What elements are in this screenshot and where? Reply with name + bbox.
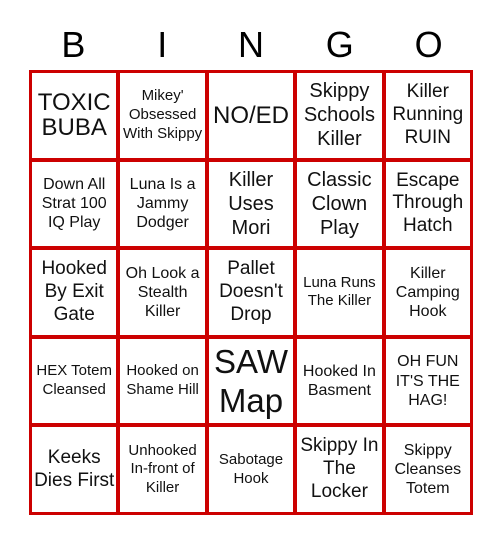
bingo-cell-r1c5[interactable]: Killer Running RUIN — [385, 73, 470, 158]
bingo-cell-r2c4[interactable]: Classic Clown Play — [297, 161, 382, 247]
header-letter-n: N — [237, 24, 264, 65]
bingo-cell-r4c1[interactable]: HEX Totem Cleansed — [32, 338, 117, 424]
bingo-cell-r2c2[interactable]: Luna Is a Jammy Dodger — [120, 161, 205, 247]
bingo-cell-r3c1[interactable]: Hooked By Exit Gate — [32, 250, 117, 335]
bingo-card-grid: TOXIC BUBA Mikey' Obsessed With Skippy N… — [29, 70, 473, 515]
header-letter-i: I — [157, 24, 168, 65]
bingo-cell-r4c3[interactable]: SAW Map — [208, 338, 294, 424]
header-letter-g: G — [325, 24, 354, 65]
bingo-cell-r2c1[interactable]: Down All Strat 100 IQ Play — [32, 161, 117, 247]
bingo-cell-r5c1[interactable]: Keeks Dies First — [32, 427, 117, 512]
bingo-cell-r1c4[interactable]: Skippy Schools Killer — [297, 73, 382, 158]
bingo-header: B I N G O — [29, 22, 473, 68]
header-letter-b: B — [61, 24, 86, 65]
bingo-cell-r5c4[interactable]: Skippy In The Locker — [297, 427, 382, 512]
bingo-cell-r3c5[interactable]: Killer Camping Hook — [385, 250, 470, 335]
bingo-cell-r5c3[interactable]: Sabotage Hook — [208, 427, 294, 512]
bingo-cell-r4c5[interactable]: OH FUN IT'S THE HAG! — [385, 338, 470, 424]
header-letter-o: O — [414, 24, 443, 65]
bingo-cell-r1c3[interactable]: NO/ED — [208, 73, 294, 158]
bingo-cell-r3c3[interactable]: Pallet Doesn't Drop — [208, 250, 294, 335]
bingo-cell-r2c5[interactable]: Escape Through Hatch — [385, 161, 470, 247]
bingo-cell-r5c2[interactable]: Unhooked In-front of Killer — [120, 427, 205, 512]
bingo-cell-r2c3[interactable]: Killer Uses Mori — [208, 161, 294, 247]
bingo-cell-r5c5[interactable]: Skippy Cleanses Totem — [385, 427, 470, 512]
bingo-cell-r1c2[interactable]: Mikey' Obsessed With Skippy — [120, 73, 205, 158]
bingo-cell-r3c2[interactable]: Oh Look a Stealth Killer — [120, 250, 205, 335]
bingo-cell-r1c1[interactable]: TOXIC BUBA — [32, 73, 117, 158]
bingo-cell-r3c4[interactable]: Luna Runs The Killer — [297, 250, 382, 335]
bingo-cell-r4c2[interactable]: Hooked on Shame Hill — [120, 338, 205, 424]
bingo-cell-r4c4[interactable]: Hooked In Basment — [297, 338, 382, 424]
